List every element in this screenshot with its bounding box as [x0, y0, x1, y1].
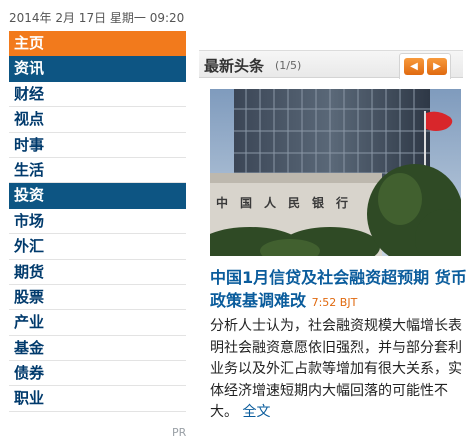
svg-text:国: 国 [240, 196, 252, 210]
sidebar-item-industry[interactable]: 产业 [9, 310, 186, 336]
sidebar-nav: 主页 资讯 财经 视点 时事 生活 投资 市场 外汇 期货 股票 产业 基金 债… [9, 31, 186, 438]
slide-counter: (1/5) [275, 59, 302, 72]
chevron-right-icon: ▶ [433, 61, 441, 72]
sidebar-item-finance[interactable]: 财经 [9, 81, 186, 108]
article-photo[interactable]: 中国人 民银行 [210, 89, 461, 256]
sidebar-section-news[interactable]: 资讯 [9, 56, 186, 82]
date-time-display: 2014年 2月 17日 星期一 09:20 [9, 11, 185, 25]
sidebar-item-bonds[interactable]: 债券 [9, 361, 186, 387]
svg-text:银: 银 [312, 195, 325, 210]
sidebar-item-careers[interactable]: 职业 [9, 386, 186, 412]
top-news-header: 最新头条 (1/5) ◀ ▶ [199, 50, 463, 79]
article-time: 7:52 BJT [311, 296, 358, 309]
sidebar-item-funds[interactable]: 基金 [9, 335, 186, 362]
read-more-link[interactable]: 全文 [242, 404, 270, 420]
panel-title: 最新头条 [204, 57, 265, 75]
sidebar-item-current-affairs[interactable]: 时事 [9, 132, 186, 158]
sidebar-item-views[interactable]: 视点 [9, 107, 186, 133]
svg-text:民: 民 [288, 196, 300, 210]
article-summary: 分析人士认为，社会融资规模大幅增长表明社会融资意愿依旧强烈，并与部分套利业务以及… [210, 316, 468, 424]
article-headline-link[interactable]: 中国1月信贷及社会融资超预期 货币政策基调难改 7:52 BJT [210, 266, 468, 314]
slide-nav: ◀ ▶ [399, 53, 451, 79]
sidebar-item-forex[interactable]: 外汇 [9, 234, 186, 260]
sidebar-item-markets[interactable]: 市场 [9, 208, 186, 235]
svg-text:人: 人 [264, 195, 277, 210]
prev-slide-button[interactable]: ◀ [404, 58, 424, 75]
sidebar-section-investing[interactable]: 投资 [9, 183, 186, 209]
sidebar-item-stocks[interactable]: 股票 [9, 284, 186, 311]
central-bank-building-image: 中国人 民银行 [210, 89, 461, 256]
next-slide-button[interactable]: ▶ [427, 58, 447, 75]
svg-text:行: 行 [335, 195, 348, 210]
sidebar-item-lifestyle[interactable]: 生活 [9, 157, 186, 184]
pr-label: PR [172, 426, 187, 438]
sidebar-item-home[interactable]: 主页 [9, 31, 186, 57]
chevron-left-icon: ◀ [410, 61, 418, 72]
sidebar-item-futures[interactable]: 期货 [9, 259, 186, 285]
svg-text:中: 中 [216, 195, 228, 210]
